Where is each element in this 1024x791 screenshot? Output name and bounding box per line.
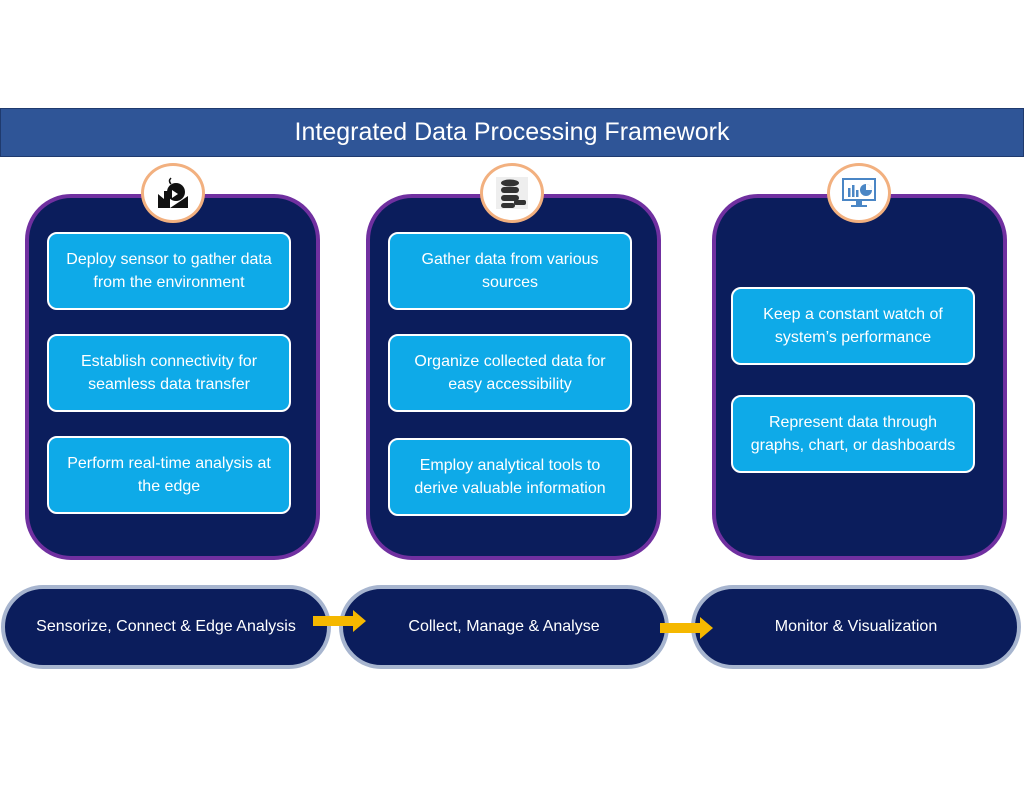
monitor-chart-icon <box>827 163 891 223</box>
panel-monitor <box>712 194 1007 560</box>
stage-collect: Collect, Manage & Analyse <box>339 585 669 669</box>
step-box: Perform real-time analysis at the edge <box>47 436 291 514</box>
stage-monitor: Monitor & Visualization <box>691 585 1021 669</box>
database-icon <box>480 163 544 223</box>
arrow-right-icon <box>660 617 713 639</box>
step-box: Keep a constant watch of system’s perfor… <box>731 287 975 365</box>
step-box: Gather data from various sources <box>388 232 632 310</box>
stage-sensorize: Sensorize, Connect & Edge Analysis <box>1 585 331 669</box>
step-box: Organize collected data for easy accessi… <box>388 334 632 412</box>
step-box: Deploy sensor to gather data from the en… <box>47 232 291 310</box>
step-box: Employ analytical tools to derive valuab… <box>388 438 632 516</box>
page-title: Integrated Data Processing Framework <box>0 108 1024 157</box>
factory-gear-icon <box>141 163 205 223</box>
arrow-right-icon <box>313 610 366 632</box>
step-box: Establish connectivity for seamless data… <box>47 334 291 412</box>
step-box: Represent data through graphs, chart, or… <box>731 395 975 473</box>
